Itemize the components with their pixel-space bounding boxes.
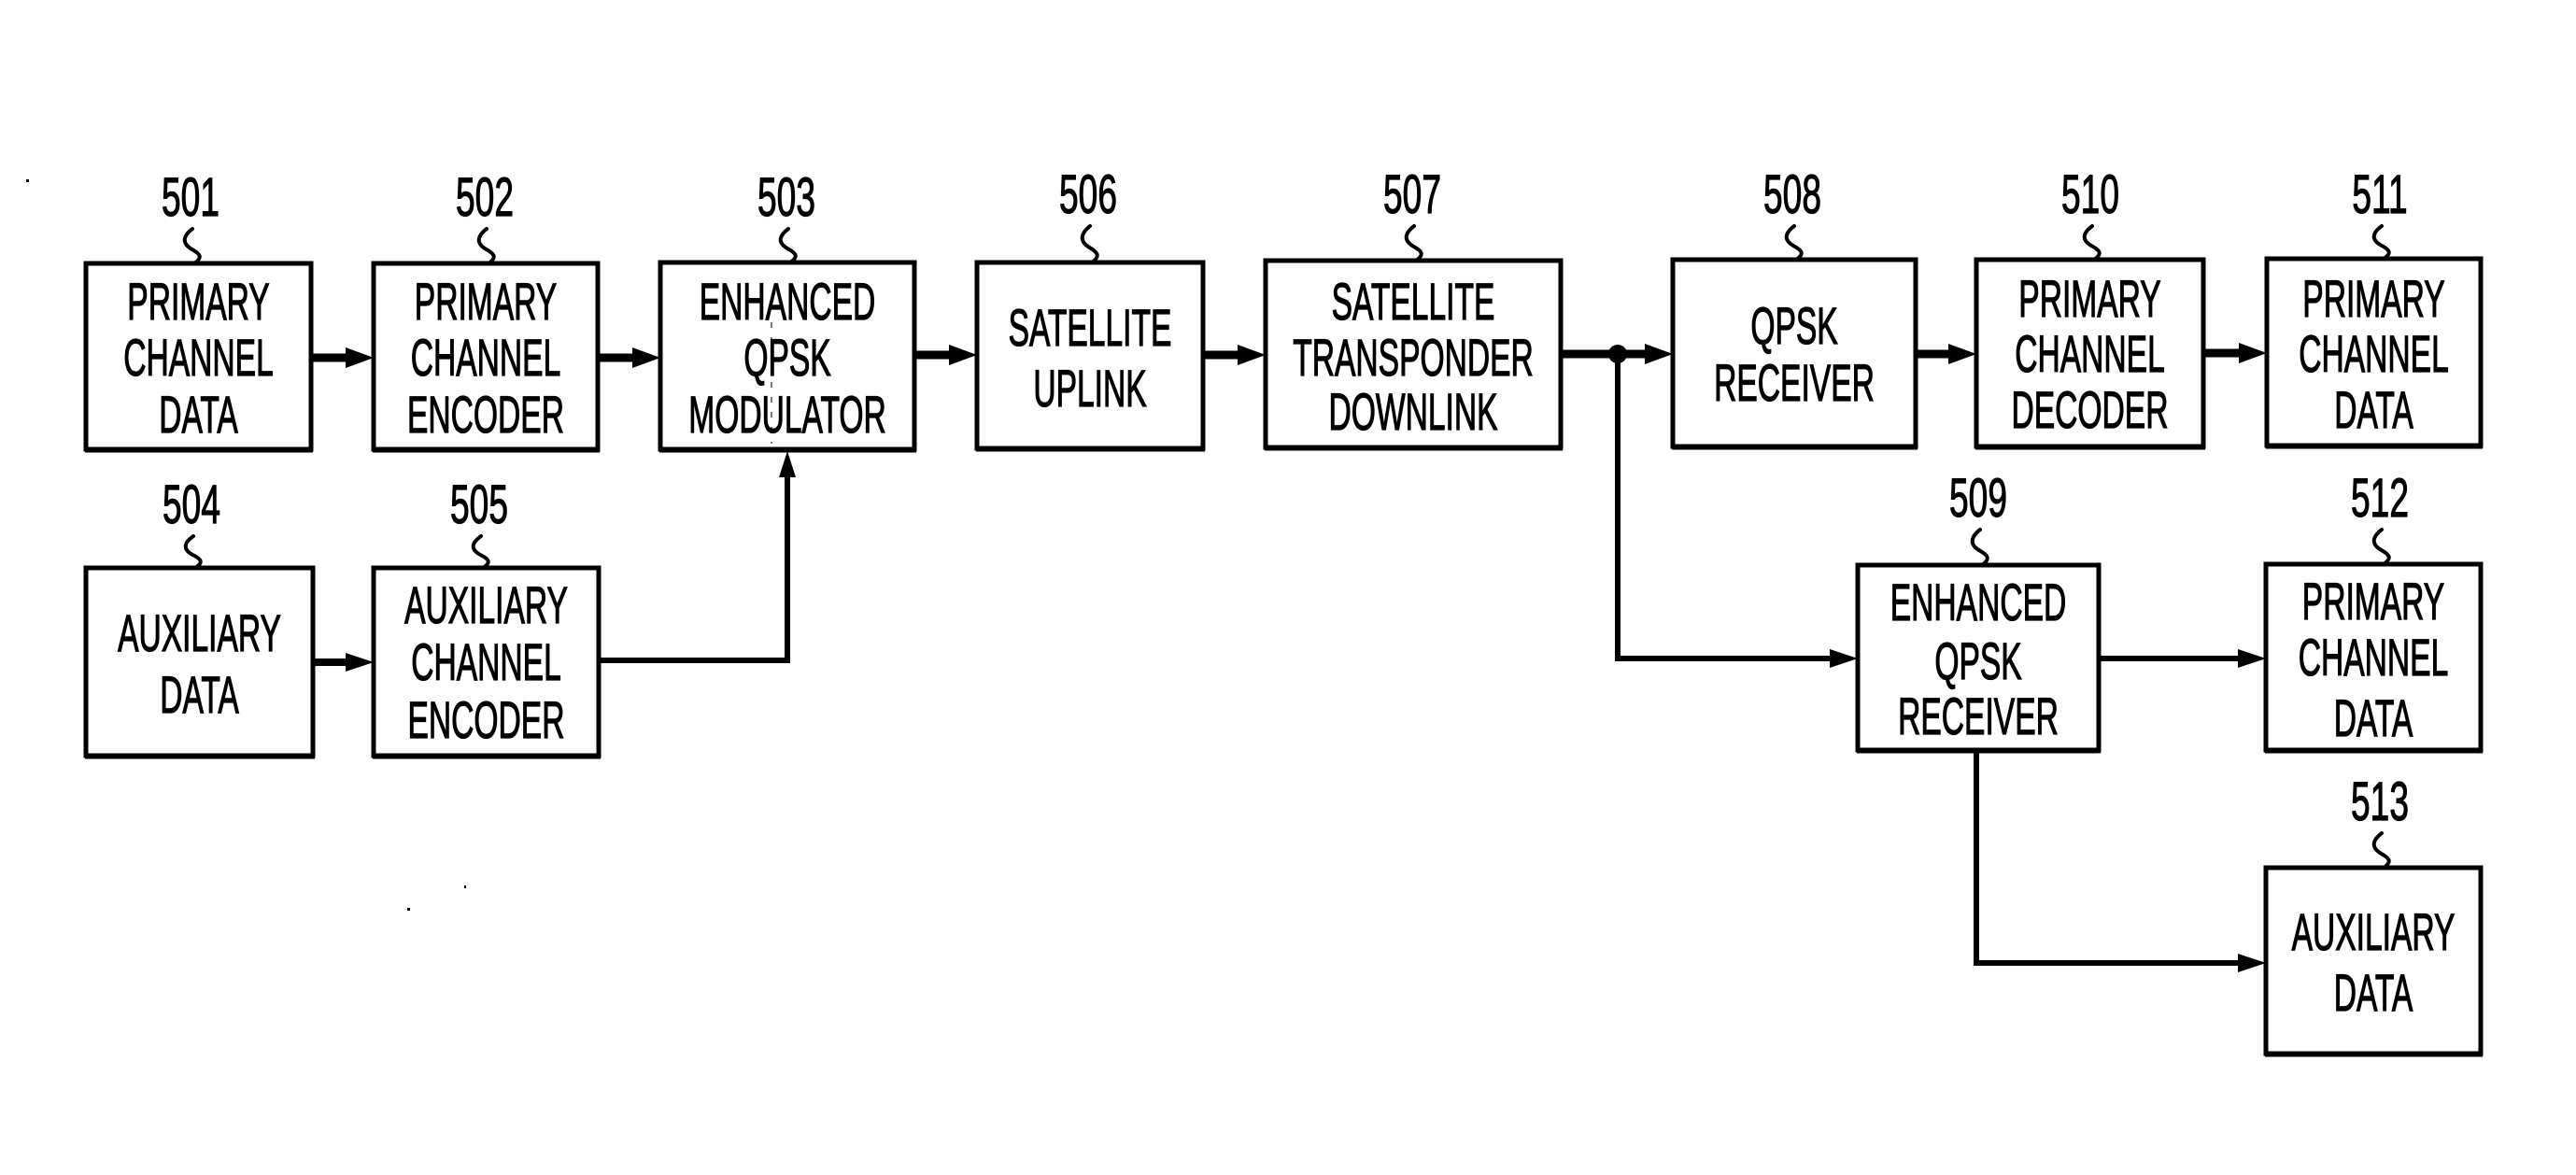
- reference-numeral: 513: [2351, 772, 2409, 832]
- reference-numeral: 510: [2061, 165, 2119, 225]
- block-text-line: AUXILIARY: [2292, 902, 2456, 961]
- block-text-line: PRIMARY: [2302, 572, 2444, 630]
- arrowhead-icon: [2238, 649, 2266, 668]
- arrowhead-icon: [632, 347, 660, 368]
- block-509: ENHANCEDQPSKRECEIVER 509: [1855, 468, 2102, 754]
- arrowhead-icon: [1948, 344, 1976, 364]
- block-511: PRIMARYCHANNELDATA 511: [2264, 164, 2484, 449]
- arrowhead-icon: [2239, 343, 2267, 363]
- scan-speck: [407, 908, 410, 911]
- leader-squiggle: [471, 534, 490, 570]
- leader-squiggle: [2371, 224, 2391, 261]
- block-text-line: AUXILIARY: [404, 575, 568, 634]
- reference-numeral: 507: [1383, 165, 1441, 225]
- block-513: AUXILIARYDATA 513: [2263, 772, 2484, 1057]
- blocks: PRIMARYCHANNELDATA501PRIMARYCHANNELENCOD…: [83, 164, 2484, 1057]
- block-text-line: DATA: [2334, 963, 2413, 1022]
- block-501: PRIMARYCHANNELDATA 501: [83, 167, 314, 453]
- arrowhead-icon: [1238, 345, 1266, 365]
- reference-numeral: 511: [2352, 165, 2407, 225]
- reference-numeral: 512: [2351, 469, 2409, 529]
- leader-squiggle: [182, 227, 202, 265]
- leader-squiggle: [1784, 224, 1804, 262]
- arrowhead-icon: [1645, 344, 1673, 364]
- block-text-line: RECEIVER: [1714, 353, 1875, 412]
- connector-505-503: [601, 477, 790, 663]
- block-504: AUXILIARYDATA 504: [83, 474, 316, 759]
- block-512: PRIMARYCHANNELDATA 512: [2263, 468, 2484, 754]
- reference-numeral: 503: [757, 168, 815, 228]
- arrowhead-icon: [346, 653, 374, 672]
- leader-squiggle: [1080, 224, 1099, 264]
- reference-numeral: 505: [450, 475, 508, 535]
- block-text-line: DOWNLINK: [1329, 382, 1498, 441]
- block-text-line: TRANSPONDER: [1293, 328, 1534, 387]
- block-text-line: PRIMARY: [415, 272, 557, 331]
- reference-numeral: 509: [1949, 469, 2007, 529]
- block-text-line: DATA: [159, 385, 238, 444]
- leader-squiggle: [2371, 831, 2391, 870]
- block-text-line: PRIMARY: [127, 272, 269, 331]
- block-text-line: DATA: [2334, 380, 2413, 439]
- block-505: AUXILIARYCHANNELENCODER 505: [371, 474, 602, 759]
- block-text-line: ENHANCED: [700, 272, 875, 331]
- block-text-line: DATA: [160, 665, 239, 724]
- scan-speck: [26, 179, 29, 182]
- block-503: ENHANCEDQPSKMODULATOR 503: [658, 167, 917, 453]
- arrowhead-icon: [2238, 954, 2266, 972]
- block-text-line: DATA: [2334, 688, 2413, 747]
- block-502: PRIMARYCHANNELENCODER 502: [371, 167, 601, 453]
- block-diagram: PRIMARYCHANNELDATA501PRIMARYCHANNELENCOD…: [26, 164, 2484, 1057]
- block-text-line: SATELLITE: [1009, 298, 1172, 357]
- arrowhead-icon: [779, 451, 796, 477]
- block-508: QPSKRECEIVER 508: [1670, 164, 1918, 450]
- reference-numeral: 504: [163, 475, 220, 535]
- block-text-line: CHANNEL: [123, 328, 273, 387]
- block-text-line: PRIMARY: [2302, 269, 2444, 328]
- leader-squiggle: [183, 534, 203, 570]
- block-506: SATELLITEUPLINK 506: [974, 164, 1206, 452]
- scan-speck: [464, 885, 466, 888]
- block-text-line: MODULATOR: [688, 385, 885, 444]
- leader-squiggle: [476, 227, 496, 265]
- connector-509-513: [1974, 752, 2240, 966]
- block-text-line: CHANNEL: [2299, 324, 2448, 383]
- arrowhead-icon: [1830, 649, 1858, 668]
- leader-squiggle: [2082, 224, 2102, 262]
- reference-numeral: 506: [1059, 165, 1117, 225]
- block-text-line: PRIMARY: [2018, 269, 2160, 328]
- block-text-line: ENCODER: [407, 385, 564, 444]
- reference-numeral: 501: [162, 168, 219, 228]
- block-text-line: ENCODER: [408, 690, 565, 749]
- leader-squiggle: [2371, 528, 2391, 566]
- leader-squiggle: [778, 227, 798, 264]
- block-text-line: QPSK: [1750, 296, 1837, 355]
- block-510: PRIMARYCHANNELDECODER 510: [1974, 164, 2206, 450]
- leader-squiggle: [1970, 528, 1989, 567]
- reference-numeral: 502: [456, 168, 514, 228]
- block-507: SATELLITETRANSPONDERDOWNLINK 507: [1263, 164, 1564, 451]
- arrowhead-icon: [949, 345, 977, 365]
- block-text-line: QPSK: [1934, 631, 2021, 690]
- block-text-line: CHANNEL: [2015, 324, 2164, 383]
- block-text-line: ENHANCED: [1890, 573, 2066, 631]
- block-text-line: QPSK: [743, 328, 830, 387]
- block-text-line: CHANNEL: [2299, 628, 2448, 687]
- block-text-line: DECODER: [2012, 380, 2169, 439]
- block-text-line: RECEIVER: [1898, 687, 2059, 745]
- block-text-line: CHANNEL: [411, 632, 560, 691]
- block-text-line: CHANNEL: [411, 328, 560, 387]
- leader-squiggle: [1404, 224, 1423, 262]
- block-text-line: AUXILIARY: [118, 603, 281, 662]
- arrowhead-icon: [346, 347, 374, 368]
- block-text-line: SATELLITE: [1332, 272, 1495, 331]
- block-text-line: UPLINK: [1033, 359, 1146, 418]
- reference-numeral: 508: [1763, 165, 1821, 225]
